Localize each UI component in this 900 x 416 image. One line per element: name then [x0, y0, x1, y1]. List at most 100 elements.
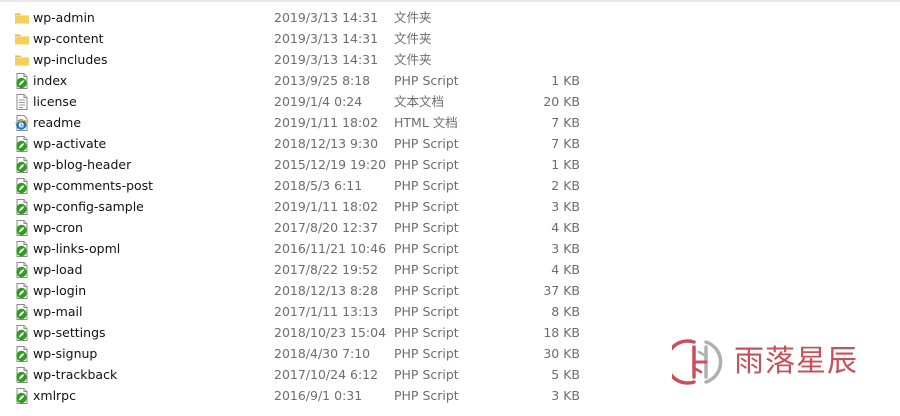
file-row[interactable]: wp-mail 2017/1/11 13:13 PHP Script 8 KB: [0, 301, 900, 322]
php-file-icon: [14, 241, 30, 257]
php-file-icon: [14, 178, 30, 194]
file-name[interactable]: wp-settings: [33, 322, 106, 343]
file-date-modified: 2015/12/19 19:20: [274, 157, 387, 172]
file-name[interactable]: wp-signup: [33, 343, 97, 364]
file-size: 30 KB: [543, 346, 580, 361]
file-name[interactable]: readme: [33, 112, 81, 133]
php-file-icon: [14, 73, 30, 89]
file-type: PHP Script: [394, 73, 459, 88]
file-name[interactable]: wp-blog-header: [33, 154, 131, 175]
file-size: 3 KB: [551, 388, 580, 403]
file-date-modified: 2017/8/22 19:52: [274, 262, 379, 277]
file-name[interactable]: wp-login: [33, 280, 86, 301]
folder-icon: [14, 10, 30, 26]
file-name[interactable]: license: [33, 91, 77, 112]
file-type: 文件夹: [394, 31, 432, 46]
php-file-icon: [14, 283, 30, 299]
file-type: PHP Script: [394, 262, 459, 277]
watermark-text: 雨落星辰: [734, 344, 858, 379]
file-size: 4 KB: [551, 220, 580, 235]
file-name[interactable]: wp-load: [33, 259, 82, 280]
file-size: 37 KB: [543, 283, 580, 298]
file-name[interactable]: wp-admin: [33, 7, 95, 28]
file-size: 1 KB: [551, 73, 580, 88]
file-date-modified: 2019/1/11 18:02: [274, 115, 379, 130]
file-name[interactable]: wp-mail: [33, 301, 82, 322]
file-type: PHP Script: [394, 304, 459, 319]
file-name[interactable]: wp-cron: [33, 217, 83, 238]
file-name[interactable]: wp-comments-post: [33, 175, 153, 196]
file-date-modified: 2018/10/23 15:04: [274, 325, 387, 340]
file-type: PHP Script: [394, 178, 459, 193]
file-type: PHP Script: [394, 367, 459, 382]
file-row[interactable]: wp-activate 2018/12/13 9:30 PHP Script 7…: [0, 133, 900, 154]
file-date-modified: 2018/12/13 9:30: [274, 136, 379, 151]
file-size: 20 KB: [543, 94, 580, 109]
file-type: PHP Script: [394, 283, 459, 298]
file-size: 3 KB: [551, 241, 580, 256]
file-date-modified: 2017/1/11 13:13: [274, 304, 379, 319]
file-size: 5 KB: [551, 367, 580, 382]
php-file-icon: [14, 262, 30, 278]
file-row[interactable]: wp-blog-header 2015/12/19 19:20 PHP Scri…: [0, 154, 900, 175]
php-file-icon: [14, 220, 30, 236]
file-date-modified: 2019/1/4 0:24: [274, 94, 363, 109]
file-type: 文本文档: [394, 94, 445, 109]
file-type: PHP Script: [394, 241, 459, 256]
file-row[interactable]: index 2013/9/25 8:18 PHP Script 1 KB: [0, 70, 900, 91]
file-date-modified: 2017/8/20 12:37: [274, 220, 379, 235]
file-name[interactable]: wp-includes: [33, 49, 107, 70]
file-row[interactable]: wp-config-sample 2019/1/11 18:02 PHP Scr…: [0, 196, 900, 217]
file-size: 8 KB: [551, 304, 580, 319]
file-row[interactable]: wp-login 2018/12/13 8:28 PHP Script 37 K…: [0, 280, 900, 301]
file-name[interactable]: wp-content: [33, 28, 104, 49]
file-date-modified: 2016/11/21 10:46: [274, 241, 387, 256]
file-type: PHP Script: [394, 346, 459, 361]
file-name[interactable]: wp-links-opml: [33, 238, 120, 259]
php-file-icon: [14, 367, 30, 383]
file-date-modified: 2016/9/1 0:31: [274, 388, 363, 403]
file-date-modified: 2019/1/11 18:02: [274, 199, 379, 214]
file-row[interactable]: license 2019/1/4 0:24 文本文档 20 KB: [0, 91, 900, 112]
file-name[interactable]: wp-activate: [33, 133, 106, 154]
file-name[interactable]: index: [33, 70, 67, 91]
folder-icon: [14, 31, 30, 47]
file-type: PHP Script: [394, 157, 459, 172]
file-date-modified: 2019/3/13 14:31: [274, 10, 379, 25]
file-date-modified: 2018/5/3 6:11: [274, 178, 363, 193]
yuluo-logo-icon: [664, 334, 728, 390]
php-file-icon: [14, 157, 30, 173]
file-date-modified: 2018/4/30 7:10: [274, 346, 371, 361]
file-name[interactable]: xmlrpc: [33, 385, 76, 406]
watermark: 雨落星辰: [664, 334, 872, 390]
php-file-icon: [14, 136, 30, 152]
file-row[interactable]: wp-cron 2017/8/20 12:37 PHP Script 4 KB: [0, 217, 900, 238]
php-file-icon: [14, 388, 30, 404]
file-name[interactable]: wp-config-sample: [33, 196, 144, 217]
file-size: 3 KB: [551, 199, 580, 214]
file-row[interactable]: wp-load 2017/8/22 19:52 PHP Script 4 KB: [0, 259, 900, 280]
php-file-icon: [14, 346, 30, 362]
file-size: 7 KB: [551, 136, 580, 151]
file-name[interactable]: wp-trackback: [33, 364, 117, 385]
file-type: PHP Script: [394, 220, 459, 235]
file-row[interactable]: wp-includes 2019/3/13 14:31 文件夹: [0, 49, 900, 70]
file-row[interactable]: wp-links-opml 2016/11/21 10:46 PHP Scrip…: [0, 238, 900, 259]
file-row[interactable]: wp-comments-post 2018/5/3 6:11 PHP Scrip…: [0, 175, 900, 196]
file-size: 18 KB: [543, 325, 580, 340]
file-type: HTML 文档: [394, 115, 458, 130]
folder-icon: [14, 52, 30, 68]
php-file-icon: [14, 325, 30, 341]
file-size: 2 KB: [551, 178, 580, 193]
file-date-modified: 2017/10/24 6:12: [274, 367, 379, 382]
file-date-modified: 2013/9/25 8:18: [274, 73, 371, 88]
file-row[interactable]: e readme 2019/1/11 18:02 HTML 文档 7 KB: [0, 112, 900, 133]
file-size: 1 KB: [551, 157, 580, 172]
file-row[interactable]: wp-content 2019/3/13 14:31 文件夹: [0, 28, 900, 49]
php-file-icon: [14, 199, 30, 215]
file-size: 7 KB: [551, 115, 580, 130]
html-file-icon: e: [14, 115, 30, 131]
text-file-icon: [14, 94, 30, 110]
file-row[interactable]: wp-admin 2019/3/13 14:31 文件夹: [0, 7, 900, 28]
file-date-modified: 2019/3/13 14:31: [274, 31, 379, 46]
